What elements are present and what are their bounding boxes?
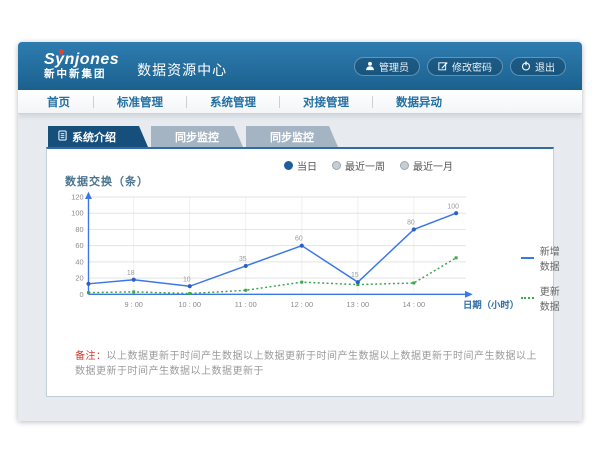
legend-label: 新增数据: [540, 243, 561, 273]
radio-unselected-icon: [332, 161, 341, 170]
power-icon: [521, 61, 531, 71]
radio-unselected-icon: [400, 161, 409, 170]
svg-text:120: 120: [71, 192, 83, 201]
app-header: Synjones 新中新集团 数据资源中心 管理员 修改密码: [18, 42, 582, 90]
document-icon: [58, 130, 67, 144]
footnote: 备注：以上数据更新于时间产生数据以上数据更新于时间产生数据以上数据更新于时间产生…: [59, 347, 541, 377]
svg-text:12 : 00: 12 : 00: [291, 300, 314, 309]
user-name-label: 管理员: [379, 59, 409, 74]
svg-text:60: 60: [295, 236, 303, 243]
nav-item-system-mgmt[interactable]: 系统管理: [187, 94, 279, 110]
logout-label: 退出: [535, 59, 555, 74]
main-nav: 首页 标准管理 系统管理 对接管理 数据异动: [18, 90, 582, 114]
y-axis-title: 数据交换（条）: [65, 173, 541, 189]
radio-label: 最近一周: [345, 158, 385, 173]
user-menu: 管理员 修改密码 退出: [354, 57, 566, 76]
svg-text:15: 15: [351, 272, 359, 279]
chart-row: 0 20 40 60 80 100 120 9 : 00 10 : 00 11 : 00 12 : …: [59, 191, 541, 323]
svg-text:100: 100: [447, 203, 459, 210]
nav-item-data-change[interactable]: 数据异动: [373, 94, 465, 110]
user-icon: [365, 61, 375, 71]
edit-icon: [438, 61, 448, 71]
svg-text:13 : 00: 13 : 00: [347, 300, 370, 309]
radio-today[interactable]: 当日: [284, 158, 317, 173]
svg-text:35: 35: [239, 256, 247, 263]
svg-text:20: 20: [75, 274, 83, 283]
app-window: Synjones 新中新集团 数据资源中心 管理员 修改密码: [18, 42, 582, 421]
nav-item-home[interactable]: 首页: [24, 94, 93, 110]
legend-item-new-data: 新增数据: [521, 243, 561, 273]
svg-text:0: 0: [79, 290, 83, 299]
tab-sync-monitor-1[interactable]: 同步监控: [151, 126, 243, 147]
footnote-text: 以上数据更新于时间产生数据以上数据更新于时间产生数据以上数据更新于时间产生数据以…: [75, 351, 537, 377]
svg-text:40: 40: [75, 257, 83, 266]
logo-subtitle: 新中新集团: [44, 69, 119, 81]
nav-item-standard-mgmt[interactable]: 标准管理: [94, 94, 186, 110]
tab-label: 同步监控: [175, 129, 219, 145]
footnote-prefix: 备注：: [75, 351, 107, 362]
radio-label: 当日: [297, 158, 317, 173]
radio-label: 最近一月: [413, 158, 453, 173]
radio-selected-icon: [284, 161, 293, 170]
user-account-button[interactable]: 管理员: [354, 57, 420, 76]
legend-label: 更新数据: [540, 283, 561, 313]
svg-text:80: 80: [75, 225, 83, 234]
solid-line-swatch: [521, 257, 534, 259]
tab-bar: 系统介绍 同步监控 同步监控: [48, 126, 554, 147]
logout-button[interactable]: 退出: [510, 57, 566, 76]
chart-panel: 当日 最近一周 最近一月 数据交换（条） 0 20 40 60 80 100 120 9 : …: [46, 147, 554, 397]
dotted-line-swatch: [521, 297, 534, 299]
tab-sync-monitor-2[interactable]: 同步监控: [246, 126, 338, 147]
svg-text:60: 60: [75, 241, 83, 250]
chart-legend: 新增数据 更新数据: [521, 191, 561, 323]
tab-label: 系统介绍: [72, 129, 116, 145]
content-area: 系统介绍 同步监控 同步监控 当日 最近一周: [18, 114, 582, 397]
radio-last-week[interactable]: 最近一周: [332, 158, 385, 173]
svg-text:80: 80: [407, 220, 415, 227]
logo-text: Synjones: [44, 51, 119, 69]
svg-text:14 : 00: 14 : 00: [403, 300, 426, 309]
svg-text:11 : 00: 11 : 00: [235, 300, 257, 309]
svg-text:10 : 00: 10 : 00: [178, 300, 201, 309]
company-logo: Synjones 新中新集团: [44, 51, 119, 80]
svg-text:18: 18: [127, 270, 135, 277]
page-title: 数据资源中心: [137, 60, 354, 80]
change-password-button[interactable]: 修改密码: [427, 57, 503, 76]
svg-text:10: 10: [183, 276, 191, 283]
nav-item-interface-mgmt[interactable]: 对接管理: [280, 94, 372, 110]
line-chart: 0 20 40 60 80 100 120 9 : 00 10 : 00 11 : 00 12 : …: [59, 191, 521, 319]
legend-item-updated-data: 更新数据: [521, 283, 561, 313]
svg-text:日期（小时）: 日期（小时）: [463, 299, 519, 310]
tab-system-intro[interactable]: 系统介绍: [48, 126, 148, 147]
tab-label: 同步监控: [270, 129, 314, 145]
svg-text:9 : 00: 9 : 00: [124, 300, 142, 309]
svg-text:100: 100: [71, 209, 83, 218]
radio-last-month[interactable]: 最近一月: [400, 158, 453, 173]
time-range-filter: 当日 最近一周 最近一月: [284, 158, 453, 173]
change-password-label: 修改密码: [452, 59, 492, 74]
